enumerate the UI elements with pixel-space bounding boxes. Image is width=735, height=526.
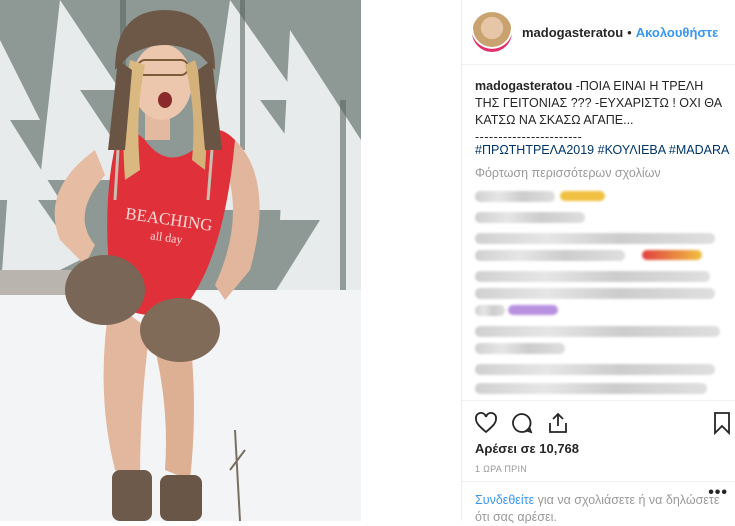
avatar[interactable] xyxy=(472,12,512,52)
blurred-comment-line xyxy=(475,343,565,354)
post-caption: madogasteratou -ΠΟΙΑ ΕΙΝΑΙ Η ΤΡΕΛΗ ΤΗΣ Γ… xyxy=(475,78,730,146)
blurred-comment-line xyxy=(475,326,720,337)
post-sidebar: madogasteratou • Ακολουθήστε madogastera… xyxy=(461,0,735,524)
blurred-comment-line xyxy=(475,250,625,261)
comment-icon[interactable] xyxy=(510,411,534,435)
hashtag-link[interactable]: #MADARA xyxy=(669,143,729,157)
load-more-comments[interactable]: Φόρτωση περισσότερων σχολίων xyxy=(475,166,661,180)
blurred-comment-line xyxy=(475,288,715,299)
photo-illustration: BEACHING all day xyxy=(0,0,361,521)
share-icon[interactable] xyxy=(546,411,570,435)
post-timestamp[interactable]: 1 ΩΡΑ ΠΡΙΝ xyxy=(475,464,527,474)
post-header: madogasteratou • Ακολουθήστε xyxy=(462,0,735,65)
blurred-comment-line xyxy=(475,383,707,394)
heart-icon[interactable] xyxy=(474,411,498,435)
blurred-comment-line xyxy=(475,364,715,375)
post-photo[interactable]: BEACHING all day xyxy=(0,0,361,521)
caption-divider: ----------------------- xyxy=(475,130,583,144)
like-count[interactable]: Αρέσει σε 10,768 xyxy=(475,441,579,456)
separator-dot: • xyxy=(627,24,632,40)
action-bar xyxy=(462,400,735,441)
hashtags: #ΠΡΩΤΗΤΡΕΛΑ2019 #ΚΟΥΛΙΕΒΑ #MADARA xyxy=(475,143,729,157)
caption-username[interactable]: madogasteratou xyxy=(475,79,572,93)
hashtag-link[interactable]: #ΚΟΥΛΙΕΒΑ xyxy=(598,143,666,157)
blurred-comment-line xyxy=(475,271,710,282)
blurred-comment-line xyxy=(475,191,555,202)
blurred-emoji xyxy=(560,191,605,201)
follow-button[interactable]: Ακολουθήστε xyxy=(636,25,719,40)
blurred-comment-line xyxy=(475,212,585,223)
more-options-icon[interactable]: ••• xyxy=(708,484,728,502)
blurred-emoji xyxy=(508,305,558,315)
login-link[interactable]: Συνδεθείτε xyxy=(475,493,534,507)
blurred-comment-line xyxy=(475,305,505,316)
blurred-comment-line xyxy=(475,233,715,244)
username-link[interactable]: madogasteratou xyxy=(522,25,623,40)
login-prompt: Συνδεθείτε για να σχολιάσετε ή να δηλώσε… xyxy=(462,481,735,526)
hashtag-link[interactable]: #ΠΡΩΤΗΤΡΕΛΑ2019 xyxy=(475,143,594,157)
blurred-emoji xyxy=(642,250,702,260)
bookmark-icon[interactable] xyxy=(710,411,734,435)
